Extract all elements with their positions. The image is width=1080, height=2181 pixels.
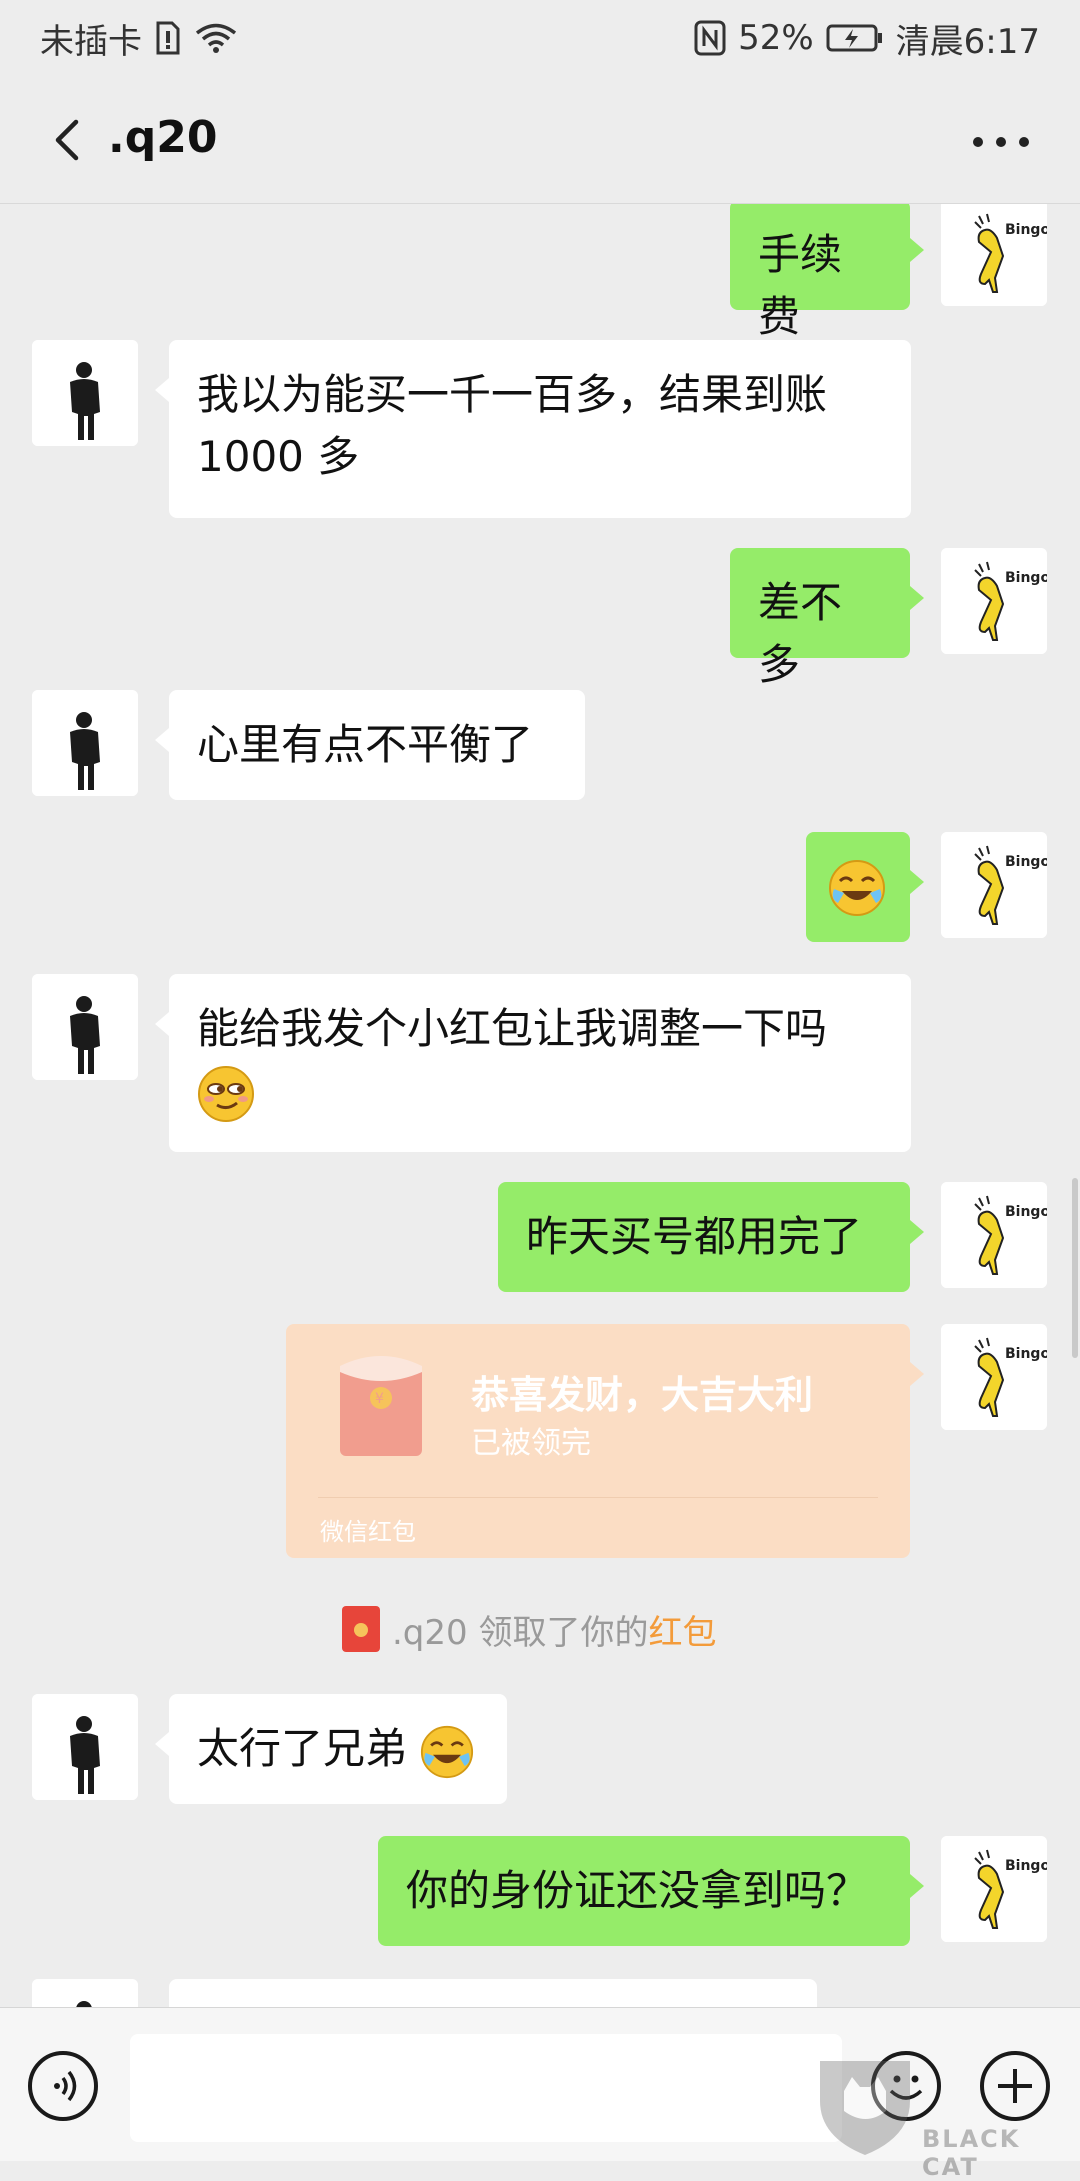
svg-text:¥: ¥ [375, 1391, 384, 1407]
message-text: 你的身份证还没拿到吗？ [406, 1866, 869, 1915]
voice-icon [54, 2070, 77, 2102]
red-packet-status: 已被领完 [471, 1426, 591, 1461]
status-left: 未插卡 [40, 14, 238, 63]
outgoing-message-bubble[interactable]: 手续费 [730, 204, 924, 341]
message-text: 我以为能买一千一百多，结果到账1000 多 [197, 370, 828, 481]
contact-avatar[interactable] [32, 1979, 138, 2007]
red-packet-card[interactable]: ¥ 恭喜发财，大吉大利 已被领完 微信红包 [286, 1324, 924, 1558]
nfc-icon [694, 20, 726, 56]
message-text: 手续费 [758, 230, 843, 341]
my-avatar[interactable] [941, 832, 1047, 938]
red-packet-icon: ¥ [340, 1356, 422, 1456]
voice-toggle-button[interactable] [28, 2051, 98, 2121]
outgoing-message-bubble[interactable] [806, 832, 924, 942]
red-packet-small-icon [342, 1606, 380, 1652]
input-bar: BLACK CAT [0, 2007, 1080, 2181]
status-bar: 未插卡 52% 清晨6:17 [0, 0, 1080, 76]
contact-avatar[interactable] [32, 340, 138, 446]
black-cat-logo [820, 2061, 910, 2155]
message-text: 能给我发个小红包让我调整一下吗 [197, 1004, 828, 1053]
system-message: .q20 领取了你的 红包 [342, 1602, 716, 1656]
contact-avatar[interactable] [32, 690, 138, 796]
wifi-icon [195, 23, 237, 53]
battery-percent: 52% [738, 18, 814, 58]
status-right: 52% 清晨6:17 [694, 14, 1040, 63]
crying-laughing-emoji-icon [829, 859, 885, 916]
more-options-icon[interactable] [966, 112, 1036, 172]
red-packet-divider [318, 1497, 878, 1498]
red-packet-title: 恭喜发财，大吉大利 [471, 1373, 814, 1417]
message-input[interactable] [130, 2034, 842, 2142]
message-text: 太行了兄弟 [197, 1724, 408, 1773]
system-message-text: .q20 领取了你的 [392, 1612, 649, 1653]
message-text: 昨天买号都用完了 [526, 1212, 863, 1261]
chat-title: .q20 [108, 112, 218, 163]
incoming-message-bubble[interactable] [169, 1979, 817, 2007]
chat-header: .q20 [0, 76, 1080, 204]
incoming-message-bubble[interactable]: 心里有点不平衡了 [155, 690, 585, 800]
my-avatar[interactable] [941, 1324, 1047, 1430]
red-packet-link[interactable]: 红包 [648, 1605, 716, 1654]
incoming-message-bubble[interactable]: 我以为能买一千一百多，结果到账1000 多 [155, 340, 911, 518]
outgoing-message-bubble[interactable]: 你的身份证还没拿到吗？ [378, 1836, 924, 1946]
back-arrow-icon[interactable] [40, 110, 100, 170]
my-avatar[interactable] [941, 204, 1047, 306]
status-time: 清晨6:17 [895, 21, 1040, 62]
smirk-emoji-icon [198, 1065, 254, 1122]
my-avatar[interactable] [941, 1182, 1047, 1288]
outgoing-message-bubble[interactable]: 昨天买号都用完了 [498, 1182, 924, 1292]
my-avatar[interactable] [941, 1836, 1047, 1942]
outgoing-message-bubble[interactable]: 差不多 [730, 548, 924, 689]
black-cat-watermark: BLACK CAT [810, 2051, 1070, 2181]
contact-avatar[interactable] [32, 1694, 138, 1800]
watermark-text: BLACK CAT [922, 2125, 1021, 2181]
crying-laughing-emoji-icon [421, 1725, 474, 1778]
contact-avatar[interactable] [32, 974, 138, 1080]
battery-charging-icon [826, 24, 882, 52]
red-packet-footer: 微信红包 [320, 1518, 416, 1546]
message-text: 差不多 [758, 578, 843, 689]
message-list[interactable]: 手续费 我以为能买一千一百多，结果到账1000 多 差不多 心里有点不平衡了 能… [0, 204, 1080, 2007]
message-text: 心里有点不平衡了 [197, 720, 534, 769]
my-avatar[interactable] [941, 548, 1047, 654]
scrollbar[interactable] [1072, 1178, 1078, 1358]
incoming-message-bubble[interactable]: 太行了兄弟 [155, 1694, 507, 1804]
incoming-message-bubble[interactable]: 能给我发个小红包让我调整一下吗 [155, 974, 911, 1152]
carrier-label: 未插卡 [40, 21, 142, 62]
no-sim-icon [156, 21, 180, 55]
